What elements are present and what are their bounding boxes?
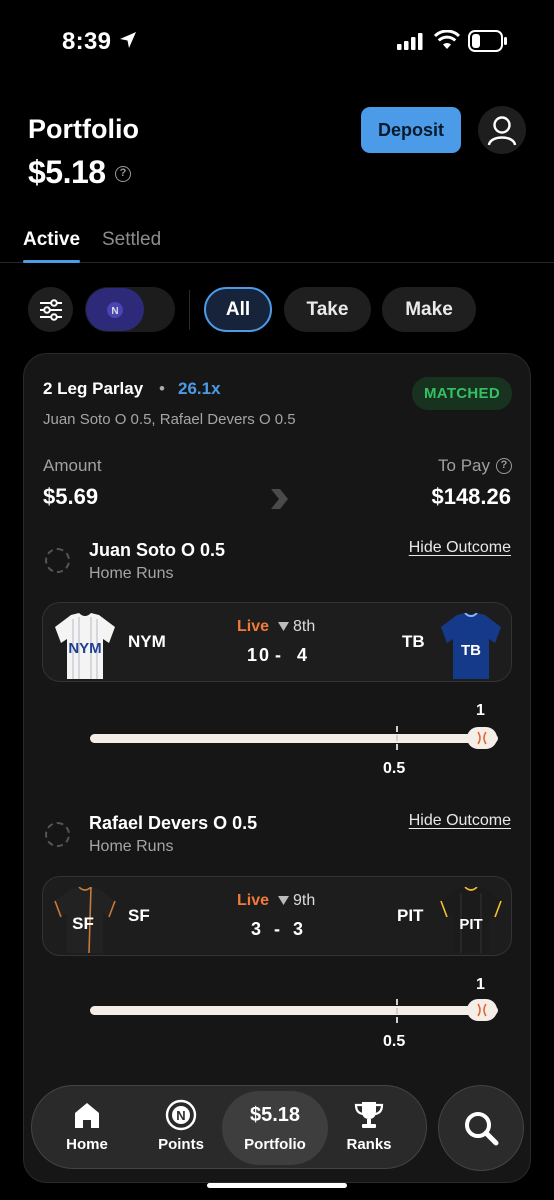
score-separator: - <box>275 645 283 665</box>
score-separator: - <box>274 919 282 939</box>
nav-home[interactable]: Home <box>47 1098 127 1153</box>
leg-status-icon <box>45 548 70 573</box>
search-icon <box>465 1112 499 1146</box>
status-bar: 8:39 <box>0 0 554 84</box>
home-team: SF <box>128 906 150 925</box>
filter-divider <box>189 290 190 330</box>
line-marker <box>396 726 398 750</box>
amount-label: Amount <box>43 456 102 475</box>
parlay-card[interactable]: 2 Leg Parlay • 26.1x MATCHED Juan Soto O… <box>23 353 531 1183</box>
n-logo-icon: N <box>107 301 123 318</box>
bottom-nav: Home N Points $5.18 Portfolio Ranks <box>31 1085 427 1169</box>
away-team: TB <box>402 632 425 651</box>
tab-active[interactable]: Active <box>23 229 80 251</box>
portfolio-balance: $5.18 <box>28 154 106 190</box>
search-button[interactable] <box>438 1085 524 1171</box>
status-badge: MATCHED <box>412 377 512 410</box>
score-home: 10 <box>247 645 272 665</box>
line-label: 0.5 <box>383 1033 406 1050</box>
page-title: Portfolio <box>28 114 139 144</box>
hide-outcome-link[interactable]: Hide Outcome <box>409 539 511 557</box>
trophy-icon <box>354 1102 384 1128</box>
home-icon <box>75 1103 99 1128</box>
sf-jersey-icon: SF <box>54 887 116 953</box>
svg-text:N: N <box>176 1108 185 1123</box>
nav-portfolio-label: Portfolio <box>244 1136 306 1153</box>
tb-jersey-icon: TB <box>441 613 501 679</box>
svg-text:NYM: NYM <box>68 640 101 657</box>
inning-label: 9th <box>293 892 316 909</box>
mode-toggle[interactable]: N <box>85 287 175 332</box>
filter-settings-button[interactable] <box>28 287 73 332</box>
to-pay-label: To Pay <box>438 456 490 475</box>
score-away: 3 <box>293 919 306 939</box>
progress-value-label: 1 <box>476 976 485 993</box>
hide-outcome-link[interactable]: Hide Outcome <box>409 812 511 830</box>
parlay-title: 2 Leg Parlay <box>43 379 144 398</box>
points-icon: N <box>165 1099 197 1131</box>
home-indicator <box>207 1183 347 1188</box>
nav-points[interactable]: N Points <box>141 1098 221 1153</box>
location-arrow-icon <box>120 32 136 48</box>
progress-value-label: 1 <box>476 702 485 719</box>
pit-jersey-icon: PIT <box>440 887 502 953</box>
filter-make-button[interactable]: Make <box>382 287 476 332</box>
game-scoreboard: NYM NYM Live 8th 10 - 4 TB TB <box>42 602 512 682</box>
score-home: 3 <box>251 919 264 939</box>
cellular-signal-icon <box>397 33 423 50</box>
live-label: Live <box>237 618 270 635</box>
svg-text:PIT: PIT <box>459 916 482 933</box>
leg-stat: Home Runs <box>89 565 174 582</box>
nav-points-label: Points <box>158 1136 204 1153</box>
nav-ranks[interactable]: Ranks <box>329 1098 409 1153</box>
title-separator: • <box>159 379 165 398</box>
user-icon <box>487 116 517 146</box>
toggle-knob: N <box>86 288 144 331</box>
parlay-subtitle: Juan Soto O 0.5, Rafael Devers O 0.5 <box>43 411 296 428</box>
status-time: 8:39 <box>62 28 112 55</box>
away-team: PIT <box>397 906 424 925</box>
deposit-button[interactable]: Deposit <box>361 107 461 153</box>
nav-portfolio-value: $5.18 <box>249 1103 301 1126</box>
progress-track <box>90 734 498 743</box>
inning-label: 8th <box>293 618 316 635</box>
help-icon[interactable]: ? <box>115 166 131 182</box>
nav-ranks-label: Ranks <box>346 1136 392 1153</box>
line-marker <box>396 999 398 1023</box>
filter-all-button[interactable]: All <box>204 287 272 332</box>
to-pay-value: $148.26 <box>431 484 511 509</box>
svg-text:TB: TB <box>461 642 481 659</box>
nav-home-label: Home <box>66 1136 108 1153</box>
profile-avatar-button[interactable] <box>478 106 526 154</box>
leg-title: Rafael Devers O 0.5 <box>89 813 258 833</box>
leg-title: Juan Soto O 0.5 <box>89 540 226 560</box>
chevron-right-icon <box>271 489 288 509</box>
svg-text:N: N <box>111 306 118 317</box>
leg-stat: Home Runs <box>89 838 174 855</box>
filter-take-button[interactable]: Take <box>284 287 371 332</box>
svg-text:SF: SF <box>72 914 94 933</box>
score-away: 4 <box>297 645 310 665</box>
to-pay-help-icon[interactable]: ? <box>496 458 512 474</box>
nav-portfolio[interactable]: $5.18 Portfolio <box>235 1098 315 1154</box>
baseball-icon <box>467 727 497 749</box>
wifi-icon <box>434 30 460 49</box>
nym-jersey-icon: NYM <box>55 613 115 679</box>
inning-triangle-icon <box>278 622 289 631</box>
game-scoreboard: SF SF Live 9th 3 - 3 PIT PIT <box>42 876 512 956</box>
sliders-icon <box>39 298 62 321</box>
battery-icon <box>468 30 507 52</box>
baseball-icon <box>467 999 497 1021</box>
home-team: NYM <box>128 632 166 651</box>
parlay-multiplier: 26.1x <box>178 379 221 398</box>
inning-triangle-icon <box>278 896 289 905</box>
tab-settled[interactable]: Settled <box>102 229 161 251</box>
leg-status-icon <box>45 822 70 847</box>
tabs-divider <box>0 262 554 263</box>
active-tab-indicator <box>23 260 80 263</box>
amount-value: $5.69 <box>43 484 99 509</box>
line-label: 0.5 <box>383 760 406 777</box>
live-label: Live <box>237 892 270 909</box>
progress-track <box>90 1006 498 1015</box>
